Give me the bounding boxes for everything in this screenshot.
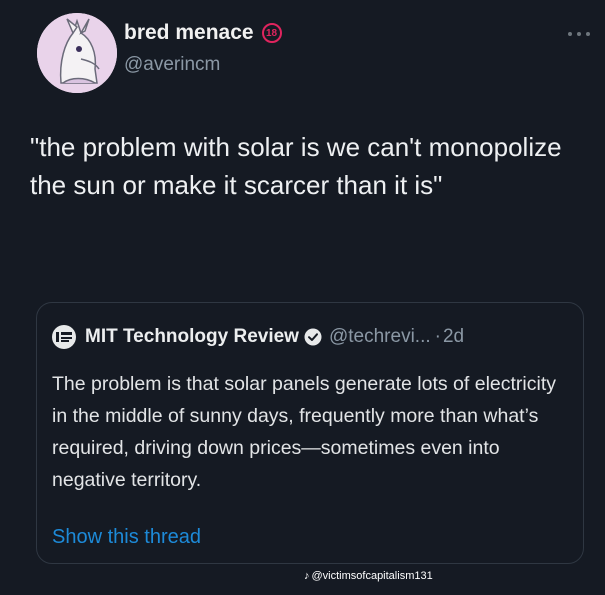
quoted-author-name[interactable]: MIT Technology Review: [85, 326, 299, 348]
time-separator: ·: [434, 326, 441, 347]
display-name[interactable]: bred menace: [124, 21, 254, 45]
author-name-row: bred menace 18: [124, 21, 282, 45]
quoted-tweet-text: The problem is that solar panels generat…: [52, 373, 557, 491]
mit-logo-icon: [52, 325, 76, 349]
watermark-text: @victimsofcapitalism131: [311, 570, 433, 582]
wolf-avatar-icon: [37, 13, 117, 93]
tiktok-icon: ♪: [304, 570, 310, 582]
avatar[interactable]: [37, 13, 117, 93]
watermark: ♪ @victimsofcapitalism131: [304, 570, 433, 582]
quoted-tweet-card[interactable]: MIT Technology Review @techrevi... · 2d …: [36, 302, 584, 564]
quoted-tweet-header: MIT Technology Review @techrevi... · 2d: [52, 325, 464, 349]
quoted-author-handle[interactable]: @techrevi...: [329, 326, 431, 348]
age-badge-icon: 18: [261, 23, 282, 43]
verified-badge-icon: [304, 328, 322, 346]
tweet-text: "the problem with solar is we can't mono…: [30, 132, 562, 200]
user-handle[interactable]: @averincm: [124, 54, 220, 76]
show-thread-link[interactable]: Show this thread: [52, 526, 201, 549]
quoted-timestamp[interactable]: 2d: [443, 326, 464, 348]
more-options-icon[interactable]: [568, 30, 590, 38]
